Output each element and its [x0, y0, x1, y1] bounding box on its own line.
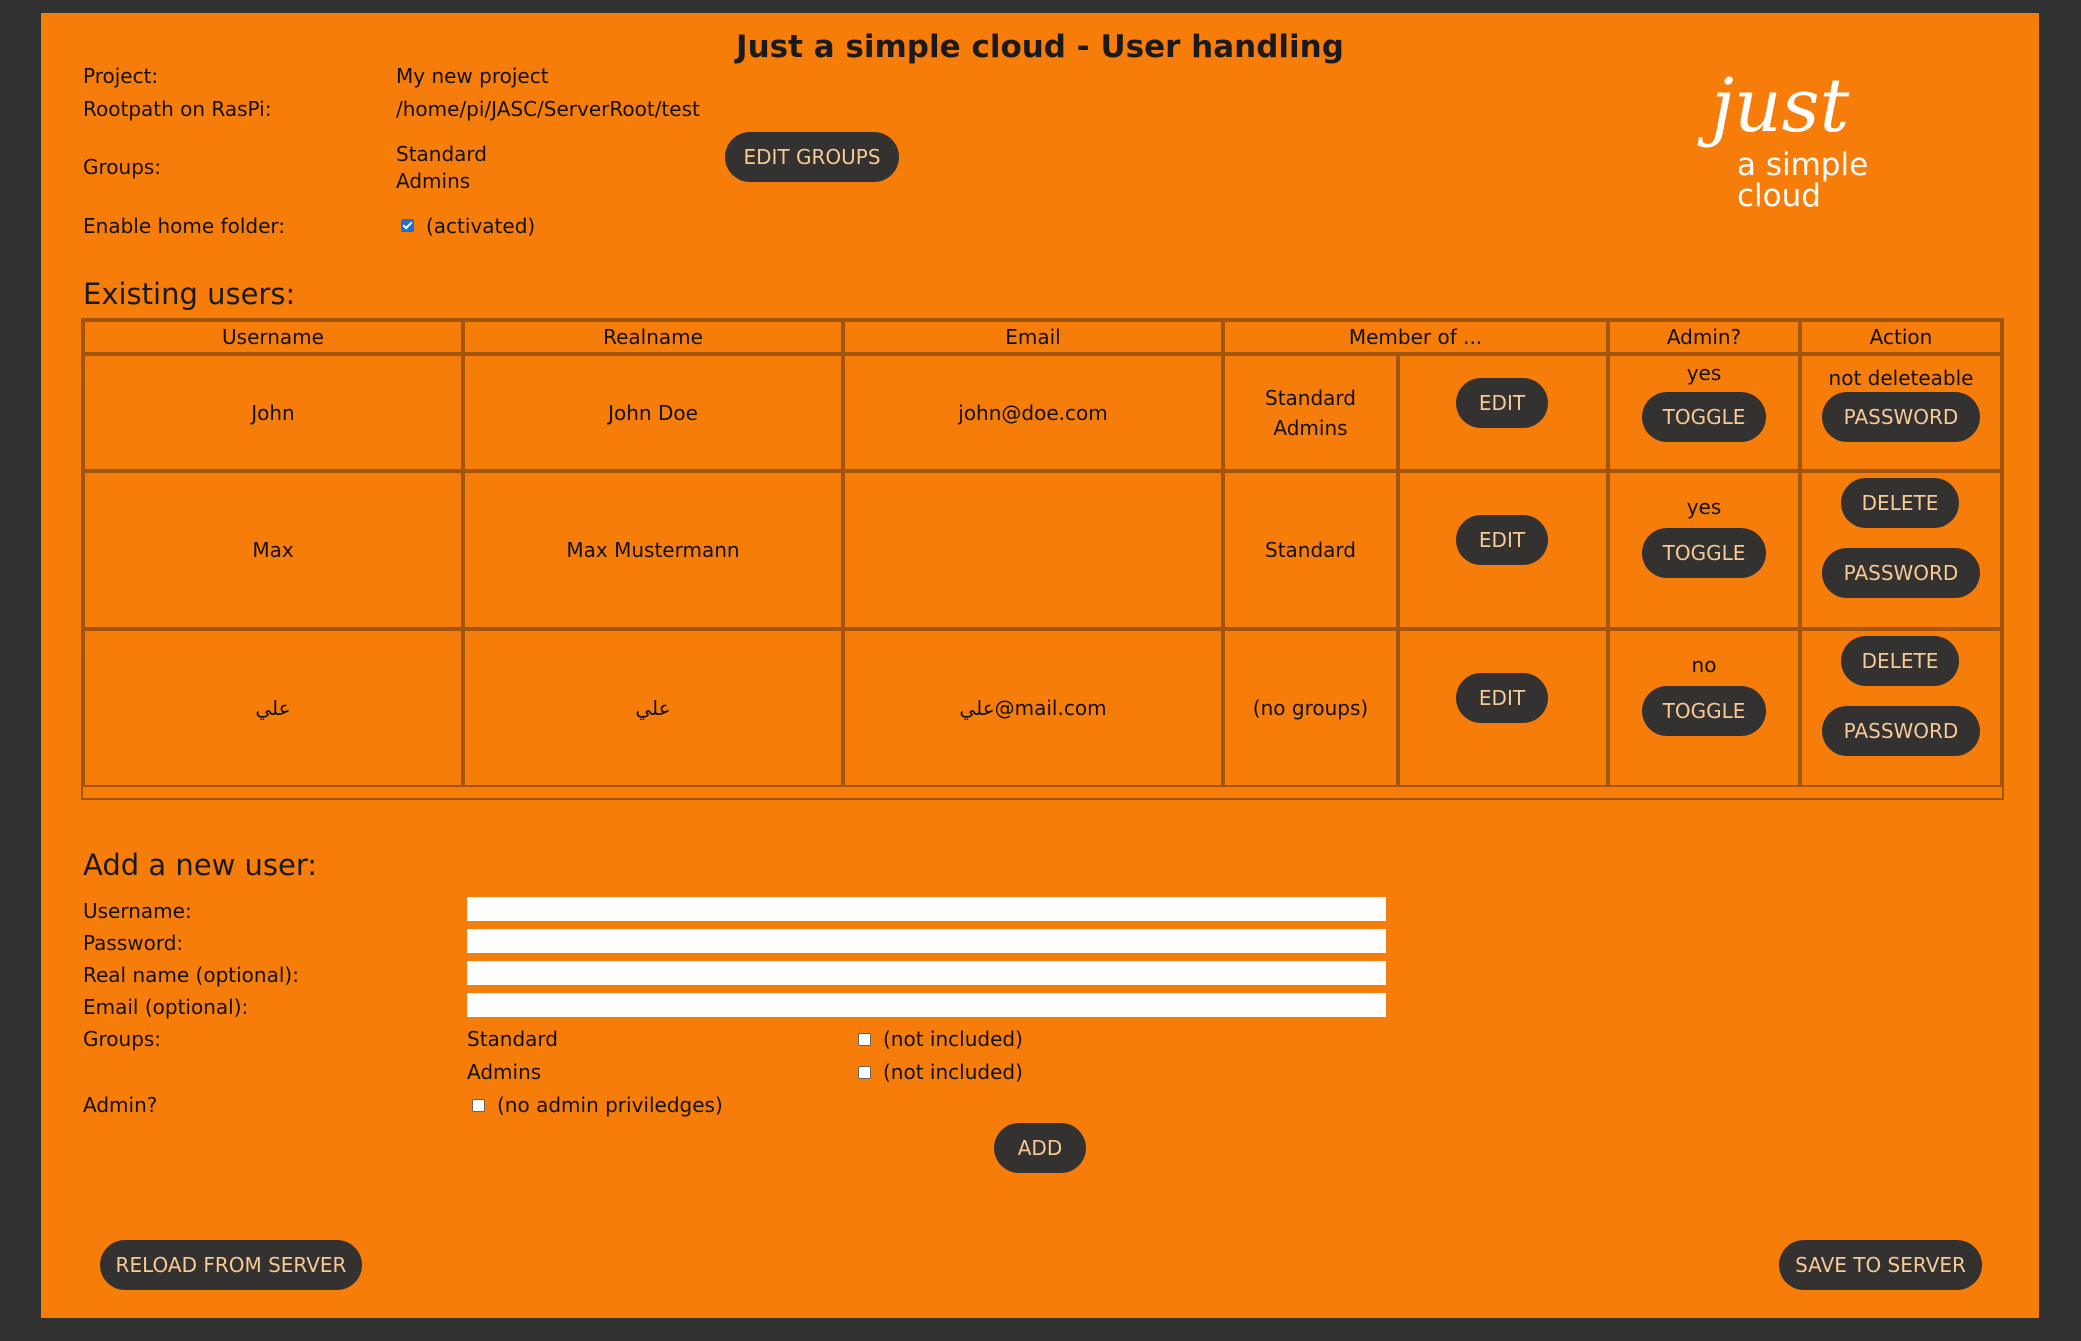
cell-edit: EDIT — [1398, 354, 1608, 471]
cell-username: علي — [83, 629, 463, 787]
home-folder-status: (activated) — [426, 214, 536, 238]
home-folder-label: Enable home folder: — [83, 214, 285, 238]
cell-member-of: (no groups) — [1223, 629, 1398, 787]
delete-user-button[interactable]: DELETE — [1841, 636, 1959, 686]
group-option-name: Standard — [467, 1027, 558, 1051]
email-input[interactable] — [467, 993, 1386, 1017]
cell-username: John — [83, 354, 463, 471]
not-deleteable-note: not deleteable — [1828, 366, 1974, 390]
cell-admin: yes TOGGLE — [1608, 354, 1800, 471]
column-header-email: Email — [843, 320, 1223, 354]
group-admins-checkbox[interactable] — [858, 1066, 871, 1079]
project-value: My new project — [396, 64, 549, 88]
reload-from-server-button[interactable]: RELOAD FROM SERVER — [100, 1240, 362, 1290]
cell-username: Max — [83, 471, 463, 629]
cell-admin: no TOGGLE — [1608, 629, 1800, 787]
password-input[interactable] — [467, 929, 1386, 953]
rootpath-label: Rootpath on RasPi: — [83, 97, 272, 121]
column-header-admin: Admin? — [1608, 320, 1800, 354]
toggle-admin-button[interactable]: TOGGLE — [1642, 392, 1766, 442]
member-group: Admins — [1273, 415, 1348, 440]
cell-realname: John Doe — [463, 354, 843, 471]
column-header-realname: Realname — [463, 320, 843, 354]
cell-edit: EDIT — [1398, 471, 1608, 629]
rootpath-value: /home/pi/JASC/ServerRoot/test — [396, 97, 700, 121]
logo-word: just — [1711, 63, 1850, 149]
cell-action: DELETE PASSWORD — [1800, 629, 2002, 787]
realname-label: Real name (optional): — [83, 963, 299, 987]
cell-edit: EDIT — [1398, 629, 1608, 787]
group-option-name: Admins — [467, 1060, 542, 1084]
main-panel: Just a simple cloud - User handling Proj… — [41, 13, 2039, 1318]
admin-status: yes — [1686, 361, 1722, 385]
new-user-admin-checkbox[interactable] — [472, 1099, 485, 1112]
password-button[interactable]: PASSWORD — [1822, 706, 1980, 756]
save-to-server-button[interactable]: SAVE TO SERVER — [1779, 1240, 1982, 1290]
group-item: Standard — [396, 142, 487, 166]
password-button[interactable]: PASSWORD — [1822, 548, 1980, 598]
edit-groups-button[interactable]: EDIT GROUPS — [725, 132, 899, 182]
member-group: Standard — [1265, 538, 1356, 562]
toggle-admin-button[interactable]: TOGGLE — [1642, 686, 1766, 736]
edit-user-button[interactable]: EDIT — [1456, 515, 1548, 565]
project-label: Project: — [83, 64, 159, 88]
column-header-member-of: Member of ... — [1223, 320, 1608, 354]
existing-users-heading: Existing users: — [83, 277, 296, 311]
group-option-status: (not included) — [883, 1060, 1023, 1084]
cell-action: not deleteable PASSWORD — [1800, 354, 2002, 471]
cell-realname: علي — [463, 629, 843, 787]
member-group: Standard — [1265, 385, 1356, 410]
username-input[interactable] — [467, 897, 1386, 921]
cell-email — [843, 471, 1223, 629]
group-standard-checkbox[interactable] — [858, 1033, 871, 1046]
member-group: (no groups) — [1252, 696, 1369, 720]
users-table: Username Realname Email Member of ... Ad… — [81, 318, 2004, 800]
username-label: Username: — [83, 899, 192, 923]
just-logo: just a simple cloud — [1711, 55, 1951, 212]
cell-action: DELETE PASSWORD — [1800, 471, 2002, 629]
password-label: Password: — [83, 931, 184, 955]
edit-user-button[interactable]: EDIT — [1456, 378, 1548, 428]
groups-label: Groups: — [83, 155, 162, 179]
add-user-heading: Add a new user: — [83, 848, 318, 882]
edit-user-button[interactable]: EDIT — [1456, 673, 1548, 723]
admin-status: yes — [1686, 495, 1722, 519]
toggle-admin-button[interactable]: TOGGLE — [1642, 528, 1766, 578]
new-user-admin-label: Admin? — [83, 1093, 158, 1117]
cell-email: علي@mail.com — [843, 629, 1223, 787]
cell-admin: yes TOGGLE — [1608, 471, 1800, 629]
delete-user-button[interactable]: DELETE — [1841, 478, 1959, 528]
group-option-status: (not included) — [883, 1027, 1023, 1051]
cell-realname: Max Mustermann — [463, 471, 843, 629]
cell-member-of: Standard — [1223, 471, 1398, 629]
new-user-groups-label: Groups: — [83, 1027, 162, 1051]
realname-input[interactable] — [467, 961, 1386, 985]
column-header-username: Username — [83, 320, 463, 354]
cell-email: john@doe.com — [843, 354, 1223, 471]
admin-status: no — [1691, 653, 1717, 677]
password-button[interactable]: PASSWORD — [1822, 392, 1980, 442]
new-user-admin-status: (no admin priviledges) — [497, 1093, 723, 1117]
cell-member-of: Standard Admins — [1223, 354, 1398, 471]
group-item: Admins — [396, 169, 471, 193]
column-header-action: Action — [1800, 320, 2002, 354]
email-label: Email (optional): — [83, 995, 249, 1019]
home-folder-checkbox[interactable] — [401, 219, 414, 232]
add-user-button[interactable]: ADD — [994, 1123, 1086, 1173]
logo-subtitle: a simple cloud — [1737, 147, 1869, 214]
